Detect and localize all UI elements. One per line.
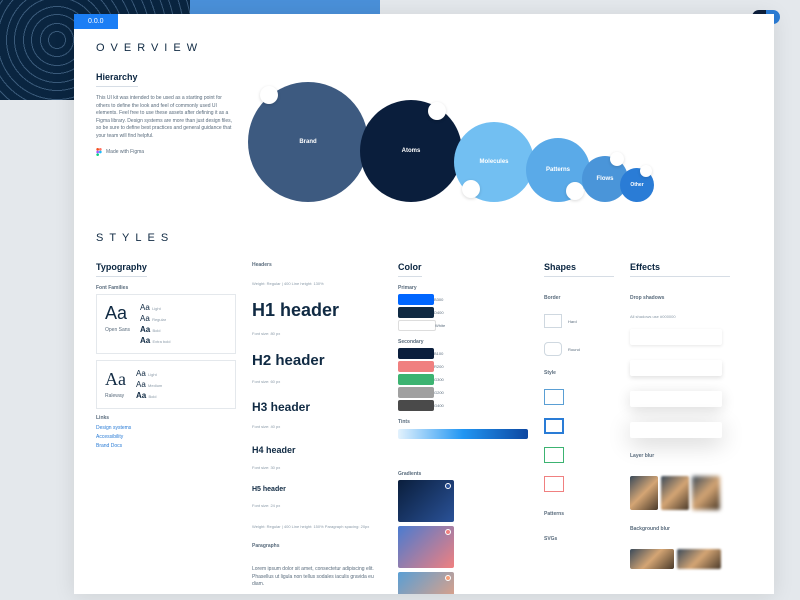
font-card-raleway: AaRaleway Aa Light Aa Medium Aa Bold bbox=[96, 360, 236, 409]
blue-accent-bar bbox=[190, 0, 380, 14]
border-round: Round bbox=[544, 342, 614, 356]
font-card-opensans: AaOpen Sans Aa Light Aa Regular Aa Bold … bbox=[96, 294, 236, 354]
figma-icon bbox=[96, 148, 102, 156]
layer-blur-samples bbox=[630, 476, 730, 510]
font-families-label: Font Families bbox=[96, 285, 236, 291]
styles-heading: STYLES bbox=[96, 232, 752, 244]
shadow-100 bbox=[630, 329, 722, 345]
effects-heading: Effects bbox=[630, 262, 730, 277]
swatch-secondary: R200 bbox=[398, 361, 434, 372]
link-item[interactable]: Accessibility bbox=[96, 434, 236, 440]
intro-paragraph: This UI kit was intended to be used as a… bbox=[96, 95, 236, 140]
swatch-primary: B300 bbox=[398, 294, 434, 305]
swatch-primary: White bbox=[398, 320, 436, 331]
style-success bbox=[544, 447, 564, 463]
bg-blur-samples bbox=[630, 549, 730, 569]
link-item[interactable]: Design systems bbox=[96, 425, 236, 431]
gradient-swatch bbox=[398, 480, 454, 522]
links-label: Links bbox=[96, 415, 236, 421]
circle-other: Other bbox=[620, 168, 654, 202]
circle-brand: Brand bbox=[248, 82, 368, 202]
style-default bbox=[544, 389, 564, 405]
h4-sample: H4 header bbox=[252, 445, 382, 455]
shapes-heading: Shapes bbox=[544, 262, 614, 277]
color-heading: Color bbox=[398, 262, 422, 277]
h1-sample: H1 header bbox=[252, 300, 382, 321]
hierarchy-circles: Brand Atoms Molecules Patterns Flows Oth… bbox=[256, 72, 752, 202]
style-active bbox=[544, 418, 564, 434]
circle-molecules: Molecules bbox=[454, 122, 534, 202]
shadow-300 bbox=[630, 391, 722, 407]
headers-label: Headers bbox=[252, 262, 382, 268]
document-page: 0.0.0 OVERVIEW Hierarchy This UI kit was… bbox=[74, 14, 774, 594]
swatch-primary: D400 bbox=[398, 307, 434, 318]
swatch-secondary: G300 bbox=[398, 374, 434, 385]
gradient-swatch bbox=[398, 526, 454, 568]
header-meta: Weight: Regular | 400 Line height: 130% bbox=[252, 281, 382, 286]
swatch-secondary: G400 bbox=[398, 400, 434, 411]
border-hard: Hard bbox=[544, 314, 614, 328]
circle-patterns: Patterns bbox=[526, 138, 590, 202]
version-badge: 0.0.0 bbox=[74, 14, 118, 29]
tints-gradient bbox=[398, 429, 528, 439]
overview-heading: OVERVIEW bbox=[96, 42, 752, 54]
paragraph-sample: Lorem ipsum dolor sit amet, consectetur … bbox=[252, 566, 382, 589]
shadow-200 bbox=[630, 360, 722, 376]
swatch-secondary: G200 bbox=[398, 387, 434, 398]
typography-heading: Typography bbox=[96, 262, 147, 277]
link-item[interactable]: Brand Docs bbox=[96, 443, 236, 449]
h2-sample: H2 header bbox=[252, 352, 382, 369]
circle-atoms: Atoms bbox=[360, 100, 462, 202]
swatch-secondary: B100 bbox=[398, 348, 434, 359]
made-with-figma: Made with Figma bbox=[96, 148, 236, 156]
hierarchy-heading: Hierarchy bbox=[96, 72, 138, 87]
h5-sample: H5 header bbox=[252, 486, 382, 493]
h3-sample: H3 header bbox=[252, 400, 382, 414]
shadow-400 bbox=[630, 422, 722, 438]
style-error bbox=[544, 476, 564, 492]
gradient-swatch bbox=[398, 572, 454, 594]
